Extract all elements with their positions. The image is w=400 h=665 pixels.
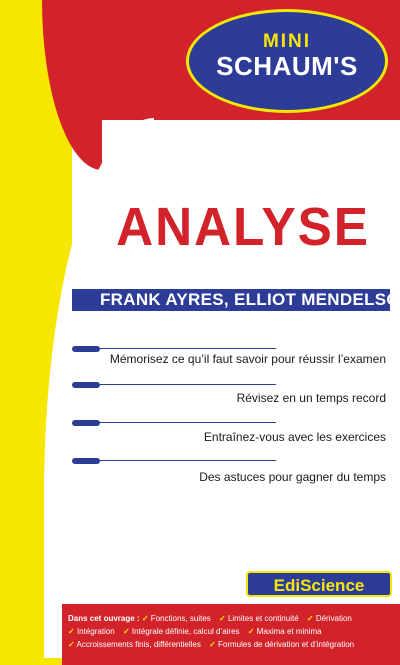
contents-list: Dans cet ouvrage : ✓ Fonctions, suites ✓… [68,612,396,651]
contents-item: ✓ Intégrale définie, calcul d’aires [122,627,240,636]
contents-item: ✓ Fonctions, suites [141,614,211,623]
contents-item: ✓ Intégration [68,627,115,636]
contents-item: ✓ Dérivation [306,614,352,623]
bullet-line-1 [76,348,276,349]
bullet-marker-2 [72,382,100,388]
bullet-text-2: Révisez en un temps record [236,391,386,405]
contents-item: ✓ Maxima et minima [247,627,322,636]
publisher-name: EdiScience [273,576,365,595]
contents-item: ✓ Limites et continuité [219,614,299,623]
contents-label: Dans cet ouvrage : [68,614,140,623]
book-cover: MINI SCHAUM'S ANALYSE FRANK AYRES, ELLIO… [0,0,400,665]
check-icon: ✓ [306,614,314,623]
series-logo: MINI SCHAUM'S [186,9,388,113]
check-icon: ✓ [122,627,130,636]
bullet-line-2 [76,384,276,385]
check-icon: ✓ [209,640,216,649]
logo-mini-text: MINI [262,31,312,52]
bullet-marker-3 [72,420,100,426]
contents-item: ✓ Accroissements finis, différentielles [68,640,201,649]
contents-item: ✓ Formules de dérivation et d’intégratio… [209,640,355,649]
check-icon: ✓ [141,614,149,623]
publisher-logo: EdiScience [246,571,392,597]
check-icon: ✓ [219,614,226,623]
bullet-marker-4 [72,458,100,464]
author-names: FRANK AYRES, ELLIOT MENDELSON [100,290,400,309]
bullet-text-3: Entraînez-vous avec les exercices [203,430,386,444]
check-icon: ✓ [247,627,255,636]
logo-schaums-text: SCHAUM'S [216,51,358,81]
book-title: ANALYSE [116,197,370,257]
check-icon: ✓ [68,640,75,649]
check-icon: ✓ [68,627,75,636]
bullet-line-3 [76,422,276,423]
bullet-marker-1 [72,346,100,352]
bullet-text-4: Des astuces pour gagner du temps [199,470,386,484]
bullet-line-4 [76,460,276,461]
bullet-text-1: Mémorisez ce qu’il faut savoir pour réus… [109,352,386,366]
